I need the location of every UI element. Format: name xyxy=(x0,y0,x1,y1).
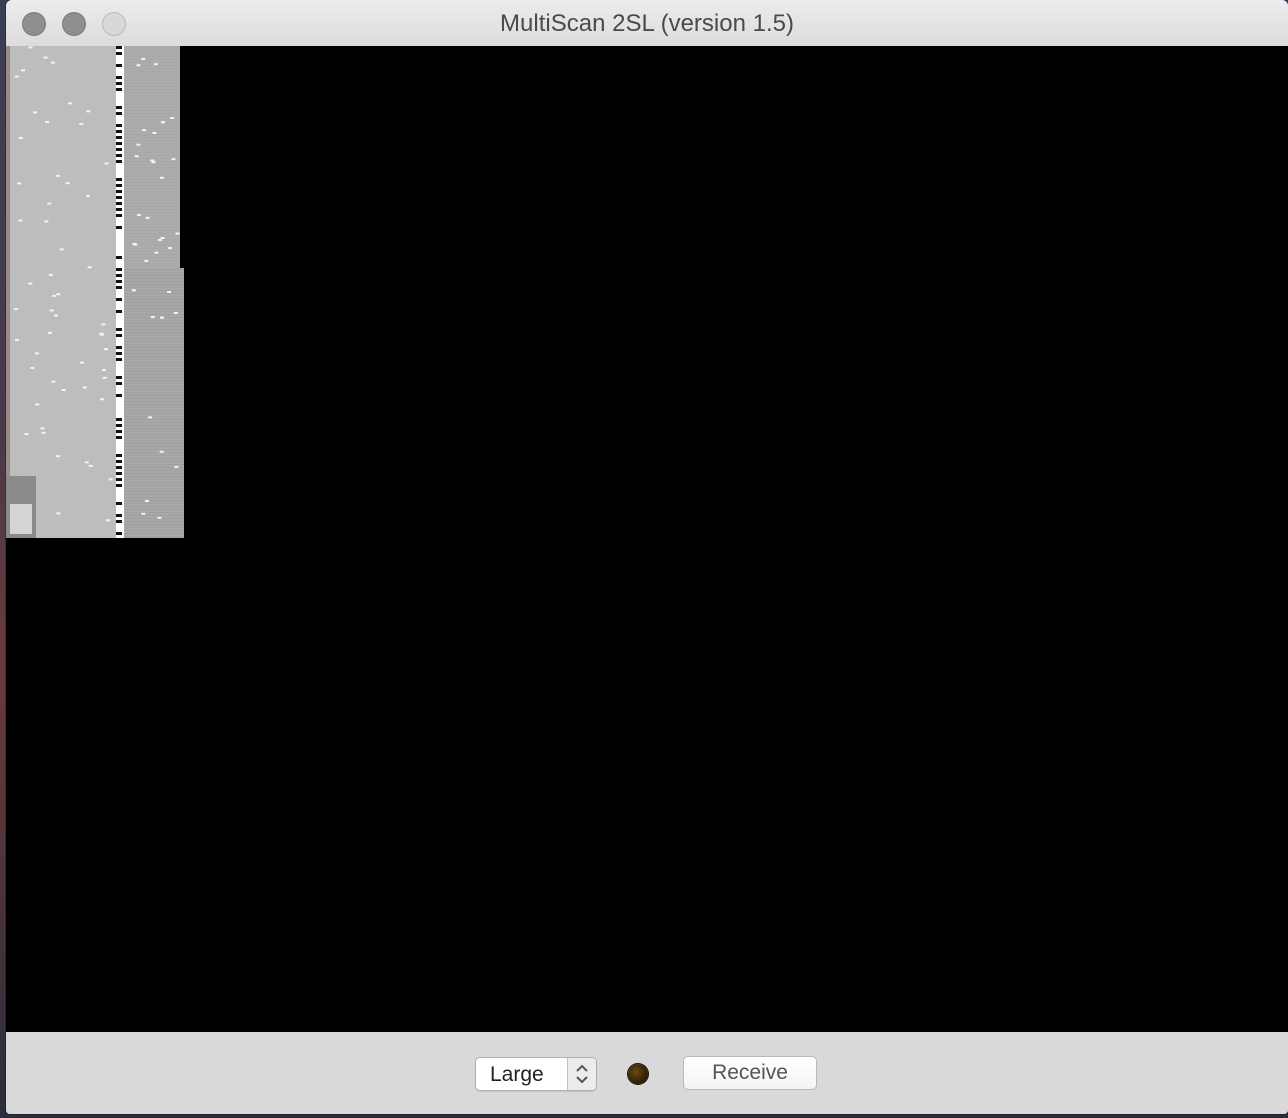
window-title: MultiScan 2SL (version 1.5) xyxy=(500,10,794,37)
received-scan-strip xyxy=(6,46,184,538)
size-select-value: Large xyxy=(490,1063,544,1086)
status-indicator-light xyxy=(628,1064,648,1084)
scan-image-canvas xyxy=(6,46,1288,1032)
bottom-toolbar: Large Receive xyxy=(6,1032,1288,1114)
receive-button[interactable]: Receive xyxy=(683,1056,817,1090)
size-select[interactable]: Large xyxy=(475,1057,597,1091)
title-bar[interactable]: MultiScan 2SL (version 1.5) xyxy=(6,0,1288,47)
chevron-up-down-icon xyxy=(567,1058,596,1090)
app-window: MultiScan 2SL (version 1.5) Large Receiv… xyxy=(6,0,1288,1114)
